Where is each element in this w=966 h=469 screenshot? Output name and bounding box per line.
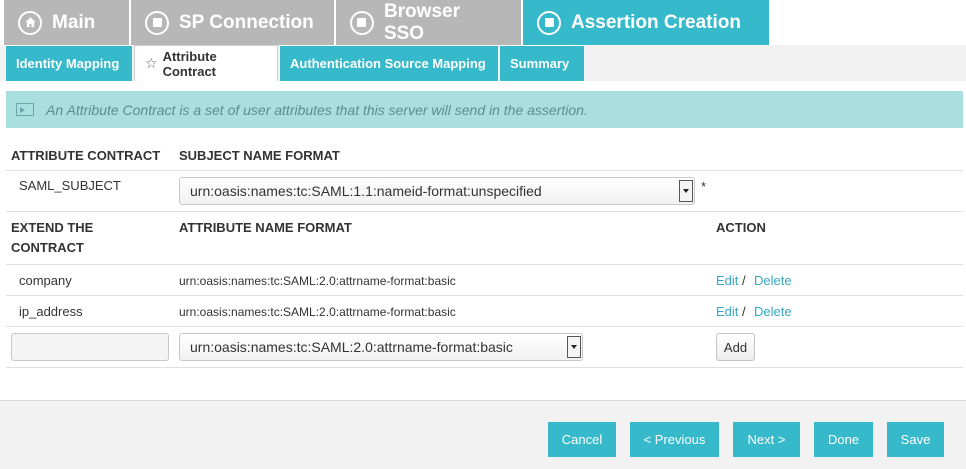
new-attribute-name-input[interactable] [11,333,169,361]
attribute-format: urn:oasis:names:tc:SAML:2.0:attrname-for… [179,305,456,319]
header-attribute-contract: ATTRIBUTE CONTRACT [11,148,161,163]
table-row: company urn:oasis:names:tc:SAML:2.0:attr… [6,265,963,296]
header-extend-line1: EXTEND THE [11,220,94,235]
stop-circle-icon [145,10,169,35]
tab-browser-sso-label: Browser SSO [383,0,460,44]
subject-name: SAML_SUBJECT [19,178,121,193]
stop-circle-icon [537,10,561,35]
footer-bar: Cancel < Previous Next > Done Save [0,400,966,469]
subject-name-format-select[interactable]: urn:oasis:names:tc:SAML:1.1:nameid-forma… [179,177,695,205]
action-separator: / [742,304,746,319]
tab-attribute-contract-label: Attribute Contract [162,48,217,79]
header-action: ACTION [716,220,766,235]
delete-link[interactable]: Delete [754,304,792,319]
previous-button[interactable]: < Previous [630,422,719,457]
tab-assertion-creation-label: Assertion Creation [571,11,741,33]
tab-summary[interactable]: Summary [500,45,584,81]
subject-row: SAML_SUBJECT urn:oasis:names:tc:SAML:1.1… [6,171,963,212]
add-attribute-row: urn:oasis:names:tc:SAML:2.0:attrname-for… [6,327,963,368]
star-icon: ☆ [145,55,158,71]
tab-authentication-source-mapping[interactable]: Authentication Source Mapping [280,45,498,81]
info-banner: An Attribute Contract is a set of user a… [6,91,963,128]
attribute-name: company [19,273,72,288]
tab-main-label: Main [52,11,96,33]
attribute-name: ip_address [19,304,83,319]
new-attribute-format-select[interactable]: urn:oasis:names:tc:SAML:2.0:attrname-for… [179,333,583,361]
cancel-button[interactable]: Cancel [548,422,616,457]
required-marker: * [701,179,707,194]
header-subject-name-format: SUBJECT NAME FORMAT [179,148,340,163]
table-row: ip_address urn:oasis:names:tc:SAML:2.0:a… [6,296,963,327]
home-icon [18,10,42,35]
edit-link[interactable]: Edit [716,304,738,319]
next-button[interactable]: Next > [733,422,800,457]
tab-attribute-contract[interactable]: ☆ Attribute Contract [134,45,278,81]
chevron-down-icon [679,180,693,202]
tab-main[interactable]: Main [4,0,129,45]
tab-identity-mapping[interactable]: Identity Mapping [6,45,132,81]
top-tab-bar: Main SP Connection Browser SSO Assertion… [4,0,771,45]
delete-link[interactable]: Delete [754,273,792,288]
edit-link[interactable]: Edit [716,273,738,288]
header-extend-line2: CONTRACT [11,240,84,255]
chevron-down-icon [567,336,581,358]
tab-authentication-source-mapping-label: Authentication Source Mapping [290,56,486,71]
subject-name-format-value: urn:oasis:names:tc:SAML:1.1:nameid-forma… [190,183,542,199]
contract-header-row: ATTRIBUTE CONTRACT SUBJECT NAME FORMAT [6,140,963,171]
tab-sp-connection-label: SP Connection [179,11,314,33]
tab-browser-sso[interactable]: Browser SSO [336,0,521,45]
tab-sp-connection[interactable]: SP Connection [131,0,334,45]
new-attribute-format-value: urn:oasis:names:tc:SAML:2.0:attrname-for… [190,339,513,355]
tab-assertion-creation[interactable]: Assertion Creation [523,0,769,45]
action-separator: / [742,273,746,288]
sub-tab-bar: Identity Mapping ☆ Attribute Contract Au… [6,45,586,81]
info-text: An Attribute Contract is a set of user a… [46,101,588,118]
tab-identity-mapping-label: Identity Mapping [16,56,120,71]
done-button[interactable]: Done [814,422,873,457]
attribute-contract-table: ATTRIBUTE CONTRACT SUBJECT NAME FORMAT S… [6,140,963,368]
attribute-format: urn:oasis:names:tc:SAML:2.0:attrname-for… [179,274,456,288]
add-attribute-button[interactable]: Add [716,333,755,361]
header-attribute-name-format: ATTRIBUTE NAME FORMAT [179,220,352,235]
stop-circle-icon [350,10,374,35]
tab-summary-label: Summary [510,56,570,71]
save-button[interactable]: Save [887,422,944,457]
extend-header-row: EXTEND THE CONTRACT ATTRIBUTE NAME FORMA… [6,212,963,265]
info-icon [16,103,34,116]
